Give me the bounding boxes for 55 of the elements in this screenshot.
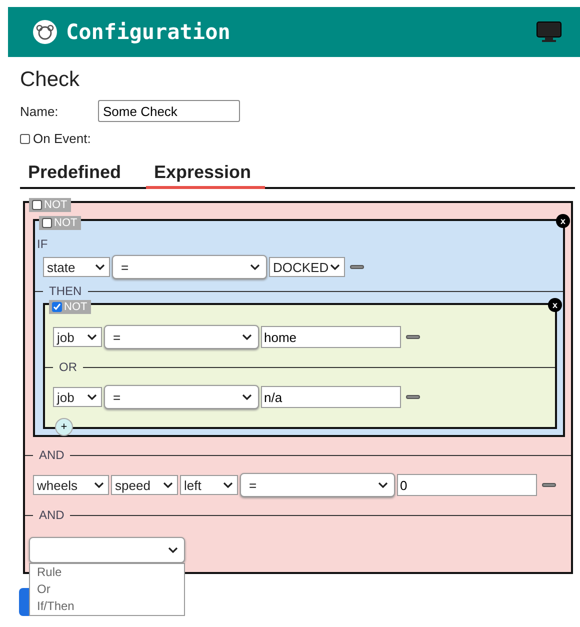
value-field[interactable]: home <box>261 326 401 348</box>
operator-dropdown[interactable]: = <box>104 385 259 409</box>
checkbox[interactable] <box>32 200 42 210</box>
tab[interactable]: Predefined <box>20 158 146 189</box>
name-field[interactable]: Some Check <box>98 100 240 122</box>
chevron-icon <box>330 264 340 270</box>
operator-dropdown[interactable]: = <box>104 325 259 349</box>
dropdown[interactable]: speed <box>111 475 178 495</box>
remove-button[interactable] <box>350 265 364 269</box>
chevron-icon <box>223 482 233 488</box>
dropdown[interactable]: DOCKED <box>269 257 345 277</box>
add-dropdown[interactable] <box>29 537 185 563</box>
app-title: Configuration <box>66 20 232 44</box>
checkbox[interactable] <box>42 218 52 228</box>
tab[interactable]: Expression <box>146 158 265 189</box>
checkbox[interactable] <box>20 134 30 144</box>
chevron-icon <box>87 394 97 400</box>
value-field[interactable]: 0 <box>397 474 537 496</box>
dropdown[interactable]: job <box>53 327 102 347</box>
dropdown[interactable]: job <box>53 387 102 407</box>
separator-label: AND <box>38 448 66 462</box>
chevron-icon <box>87 334 97 340</box>
dropdown[interactable]: state <box>43 257 110 277</box>
menu-option[interactable]: If/Then <box>30 598 184 615</box>
remove-button[interactable] <box>406 335 420 339</box>
operator-dropdown[interactable]: = <box>112 255 267 279</box>
chevron-icon <box>168 547 178 553</box>
dropdown[interactable]: left <box>180 475 238 495</box>
remove-button[interactable] <box>542 483 556 487</box>
remove-button[interactable] <box>406 395 420 399</box>
chevron-icon <box>163 482 173 488</box>
chevron-icon <box>242 394 252 400</box>
chevron-icon <box>250 264 260 270</box>
chevron-icon <box>242 334 252 340</box>
value-field[interactable]: n/a <box>261 386 401 408</box>
menu-option[interactable]: Or <box>30 581 184 598</box>
menu-option[interactable]: Rule <box>30 564 184 581</box>
chevron-icon <box>378 482 388 488</box>
separator-label: THEN <box>48 284 83 298</box>
dropdown[interactable]: wheels <box>33 475 109 495</box>
close-button[interactable]: x <box>548 298 562 312</box>
separator-label: OR <box>58 360 78 374</box>
page-heading: Check <box>20 68 81 92</box>
chevron-icon <box>95 264 105 270</box>
add-button[interactable]: + <box>55 418 73 436</box>
field-label: Name: <box>20 104 60 118</box>
operator-dropdown[interactable]: = <box>240 473 395 497</box>
close-button[interactable]: x <box>556 214 570 228</box>
chevron-icon <box>94 482 104 488</box>
monitor-icon[interactable] <box>536 21 562 43</box>
logo-icon <box>32 19 58 45</box>
checkbox-label: On Event: <box>33 131 91 146</box>
checkbox[interactable] <box>52 302 62 312</box>
separator-label: AND <box>38 508 66 522</box>
if-label: IF <box>37 237 49 251</box>
